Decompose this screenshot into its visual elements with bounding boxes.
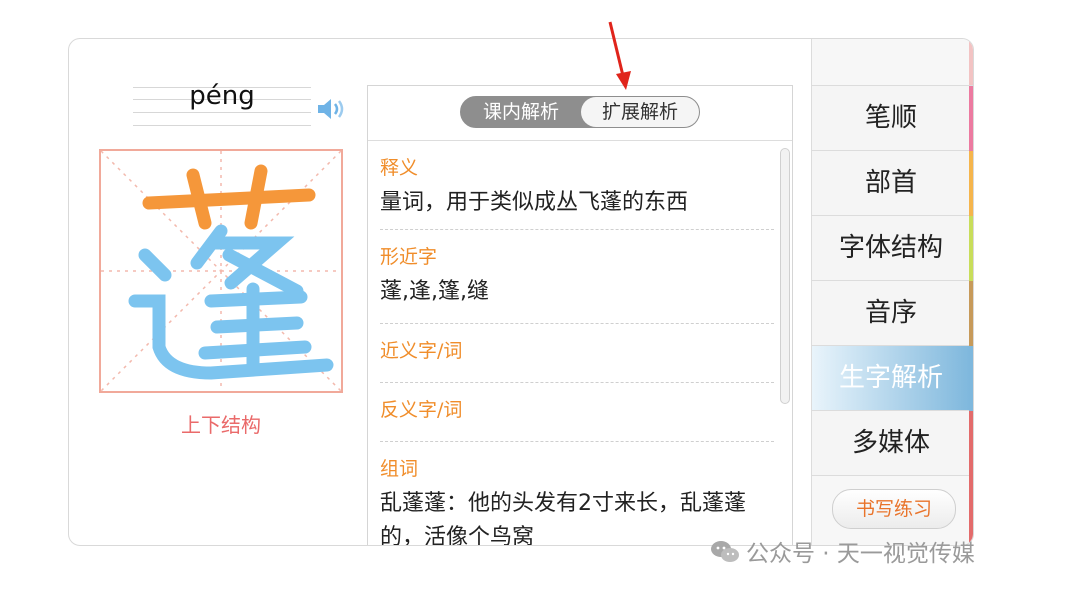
section-meaning: 释义 量词，用于类似成丛飞蓬的东西 (380, 141, 774, 230)
analysis-content: 释义 量词，用于类似成丛飞蓬的东西 形近字 蓬,逢,篷,缝 近义字/词 反义字/… (368, 141, 794, 545)
section-similar-chars: 形近字 蓬,逢,篷,缝 (380, 230, 774, 324)
section-title: 反义字/词 (380, 399, 463, 421)
section-synonyms: 近义字/词 (380, 324, 774, 383)
pinyin-text: péng (189, 81, 255, 111)
pinyin-lines: péng (133, 81, 311, 129)
section-title: 组词 (380, 458, 419, 480)
nav-item-phonetic-order[interactable]: 音序 (812, 281, 970, 346)
tab-inner-analysis[interactable]: 课内解析 (461, 97, 581, 127)
watermark: 公众号 · 天一视觉传媒 (710, 534, 975, 571)
wechat-icon (710, 539, 740, 571)
right-nav: 笔顺 部首 字体结构 音序 生字解析 多媒体 书写练习 (811, 39, 973, 545)
section-title: 形近字 (380, 246, 438, 268)
watermark-text: 公众号 · 天一视觉传媒 (746, 541, 975, 567)
writing-practice-button[interactable]: 书写练习 (832, 489, 956, 529)
tab-extended-analysis[interactable]: 扩展解析 (581, 97, 699, 127)
speaker-icon[interactable] (315, 95, 347, 123)
analysis-panel: 课内解析 扩展解析 释义 量词，用于类似成丛飞蓬的东西 形近字 蓬,逢,篷,缝 … (367, 85, 794, 545)
nav-item-multimedia[interactable]: 多媒体 (812, 411, 970, 476)
nav-item-stroke-order[interactable]: 笔顺 (812, 86, 970, 151)
nav-item-radical[interactable]: 部首 (812, 151, 970, 216)
structure-label: 上下结构 (181, 413, 261, 437)
lesson-card: péng 上下结构 课内解析 扩展解析 释义 量词，用于类似成丛飞蓬的东西 形近… (68, 38, 974, 546)
nav-item-char-analysis[interactable]: 生字解析 (812, 346, 970, 411)
red-arrow-icon (608, 21, 631, 90)
section-content: 量词，用于类似成丛飞蓬的东西 (380, 190, 689, 215)
section-title: 近义字/词 (380, 340, 463, 362)
section-title: 释义 (380, 157, 419, 179)
section-words: 组词 乱蓬蓬：他的头发有2寸来长，乱蓬蓬的，活像个鸟窝 (380, 442, 774, 545)
content-scrollbar[interactable] (780, 148, 790, 404)
nav-item-structure[interactable]: 字体结构 (812, 216, 970, 281)
section-antonyms: 反义字/词 (380, 383, 774, 442)
analysis-tab-switch: 课内解析 扩展解析 (460, 96, 700, 128)
nav-header (812, 39, 973, 86)
character-grid (99, 149, 343, 393)
character-glyph (128, 164, 334, 380)
section-content: 蓬,逢,篷,缝 (380, 279, 489, 304)
